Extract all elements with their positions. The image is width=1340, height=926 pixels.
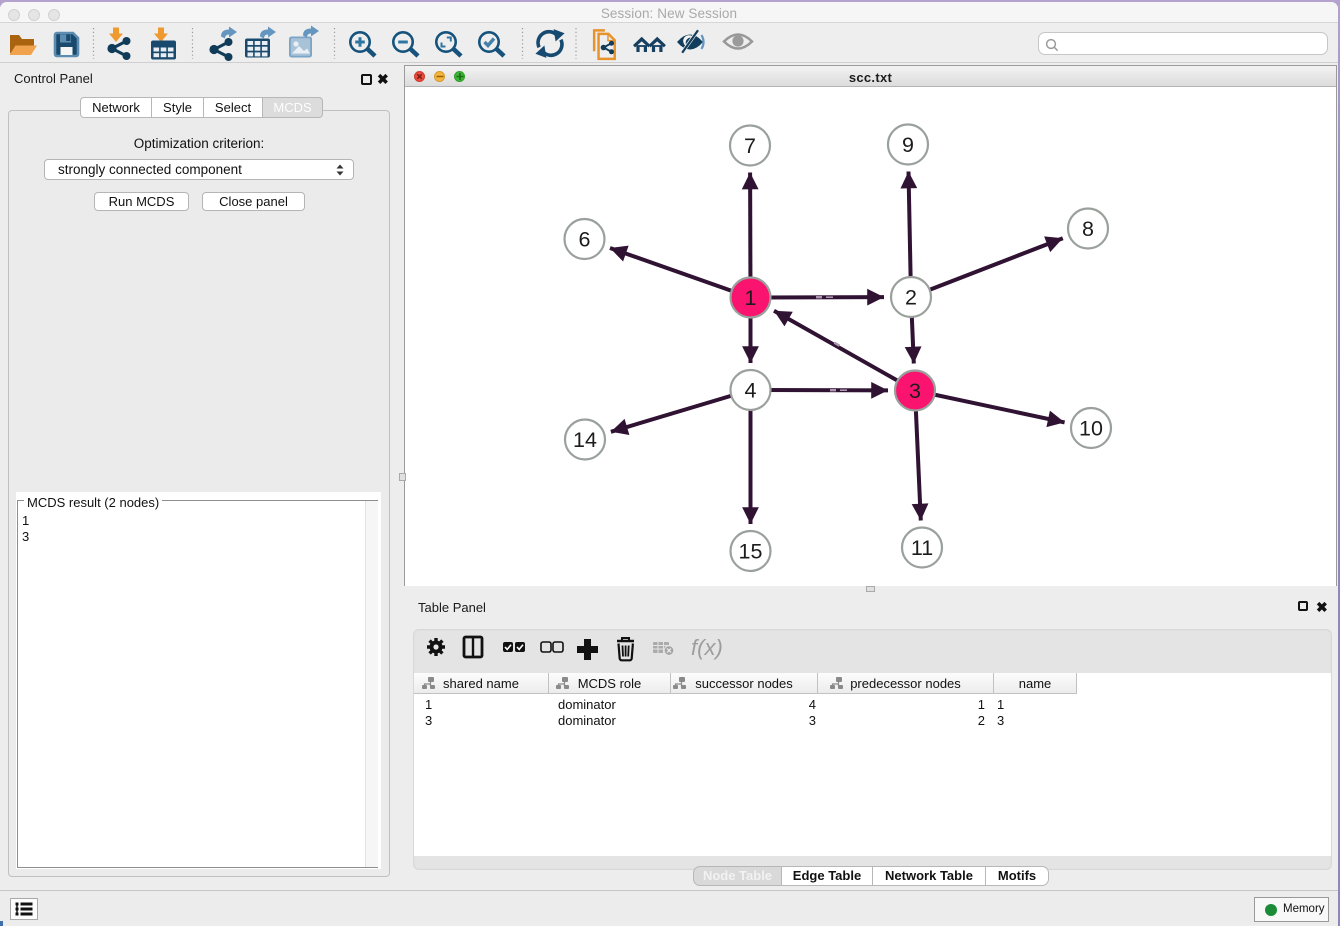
svg-text:1: 1: [745, 286, 757, 310]
svg-text:9: 9: [902, 133, 914, 157]
svg-text:6: 6: [579, 228, 591, 252]
svg-text:8: 8: [1082, 217, 1094, 241]
svg-text:7: 7: [744, 134, 756, 158]
svg-text:15: 15: [739, 540, 763, 564]
svg-text:f(x): f(x): [691, 635, 723, 660]
svg-text:14: 14: [573, 428, 597, 452]
svg-text:10: 10: [1079, 417, 1103, 441]
svg-text:3: 3: [909, 379, 921, 403]
svg-text:2: 2: [905, 286, 917, 310]
svg-text:4: 4: [745, 379, 757, 403]
svg-text:11: 11: [911, 536, 933, 560]
